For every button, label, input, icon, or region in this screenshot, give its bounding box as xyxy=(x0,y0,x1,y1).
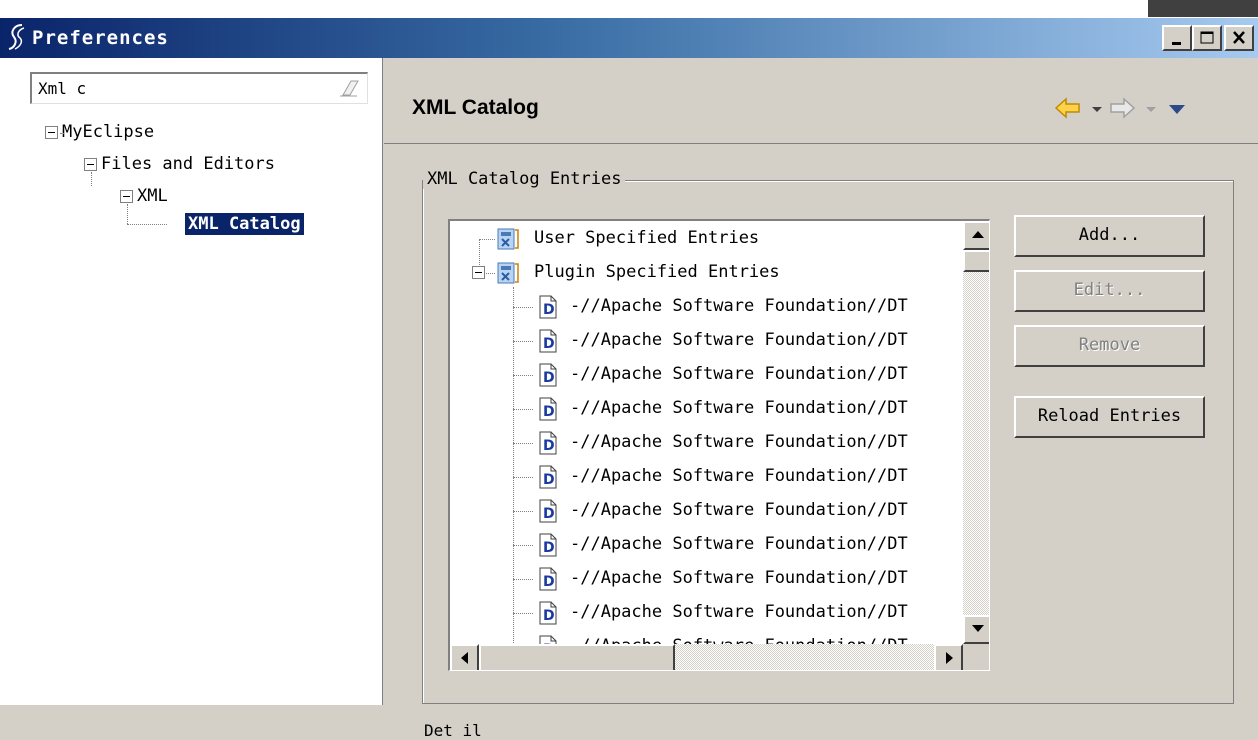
back-arrow-icon[interactable] xyxy=(1054,96,1082,120)
collapse-icon[interactable] xyxy=(84,157,97,171)
catalog-entry-label: -//Apache Software Foundation//DT xyxy=(570,466,908,486)
vertical-scrollbar[interactable] xyxy=(963,221,989,644)
title-bar[interactable]: Preferences xyxy=(0,18,1258,58)
add-button[interactable]: Add... xyxy=(1014,215,1205,257)
tree-connector xyxy=(127,204,128,224)
dtd-file-icon: D xyxy=(539,465,557,489)
view-menu-icon[interactable] xyxy=(1168,104,1186,116)
dtd-file-icon: D xyxy=(539,431,557,455)
tree-connector xyxy=(513,443,533,444)
tree-connector xyxy=(513,613,533,614)
close-icon xyxy=(1233,31,1245,44)
preference-tree-pane: MyEclipse Files and Editors XML XML Cata… xyxy=(0,58,383,705)
catalog-entry-label: -//Apache Software Foundation//DT xyxy=(570,398,908,418)
tree-connector xyxy=(127,224,167,225)
preferences-window: Preferences MyEclipse Files and Editors … xyxy=(0,17,1258,740)
scroll-right-button[interactable] xyxy=(934,644,963,670)
svg-text:D: D xyxy=(543,506,555,522)
forward-arrow-icon[interactable] xyxy=(1108,96,1136,120)
xml-catalog-icon xyxy=(497,228,519,250)
maximize-icon xyxy=(1200,31,1214,44)
collapse-icon[interactable] xyxy=(120,189,133,203)
tree-connector xyxy=(479,239,495,240)
catalog-entry-label: -//Apache Software Foundation//DT xyxy=(570,534,908,554)
tree-connector xyxy=(513,307,533,308)
tree-connector xyxy=(513,341,533,342)
scrollbar-corner xyxy=(963,644,989,670)
back-history-dropdown-icon[interactable] xyxy=(1091,106,1103,114)
svg-text:D: D xyxy=(543,404,555,420)
dtd-file-icon: D xyxy=(539,329,557,353)
catalog-entry-label: -//Apache Software Foundation//DT xyxy=(570,330,908,350)
edit-button[interactable]: Edit... xyxy=(1014,270,1205,312)
group-label: XML Catalog Entries xyxy=(423,169,626,189)
collapse-icon[interactable] xyxy=(45,125,58,139)
tree-connector xyxy=(513,511,533,512)
reload-entries-button[interactable]: Reload Entries xyxy=(1014,396,1205,438)
tree-item-xml[interactable]: XML xyxy=(120,186,168,206)
scroll-right-icon xyxy=(946,652,953,664)
tree-connector xyxy=(60,133,64,134)
tree-item-myeclipse[interactable]: MyEclipse xyxy=(45,122,154,142)
catalog-entry-label: -//Apache Software Foundation//DT xyxy=(570,432,908,452)
page-title: XML Catalog xyxy=(412,96,539,119)
catalog-entry-label: -//Apache Software Foundation//DT xyxy=(570,500,908,520)
minimize-icon xyxy=(1172,42,1181,45)
preference-page: XML Catalog XML Catalog Entries User Spe… xyxy=(384,58,1258,740)
window-title: Preferences xyxy=(32,27,169,49)
filter-input[interactable] xyxy=(36,78,326,99)
scroll-down-button[interactable] xyxy=(963,615,989,644)
scroll-left-icon xyxy=(461,652,468,664)
catalog-entry-label: -//Apache Software Foundation//DT xyxy=(570,602,908,622)
catalog-entry-label: -//Apache Software Foundation//DT xyxy=(570,364,908,384)
horizontal-scroll-thumb[interactable] xyxy=(479,644,675,670)
dtd-file-icon: D xyxy=(539,363,557,387)
tree-item-files-and-editors[interactable]: Files and Editors xyxy=(84,154,275,174)
svg-text:D: D xyxy=(543,302,555,318)
dtd-file-icon: D xyxy=(539,567,557,591)
tree-connector xyxy=(513,375,533,376)
eclipse-logo-icon xyxy=(8,24,25,50)
tree-connector xyxy=(513,545,533,546)
svg-text:D: D xyxy=(543,472,555,488)
svg-text:D: D xyxy=(543,336,555,352)
tree-item-xml-catalog[interactable]: XML Catalog xyxy=(185,213,304,235)
xml-catalog-entries-group: XML Catalog Entries User Specified Entri… xyxy=(422,169,1234,704)
svg-text:D: D xyxy=(543,608,555,624)
horizontal-scrollbar[interactable] xyxy=(450,644,963,670)
svg-text:D: D xyxy=(543,370,555,386)
page-header: XML Catalog xyxy=(384,58,1258,144)
dtd-file-icon: D xyxy=(539,499,557,523)
clear-filter-icon[interactable] xyxy=(337,78,361,98)
scroll-up-button[interactable] xyxy=(963,221,989,250)
forward-history-dropdown-icon[interactable] xyxy=(1145,106,1157,114)
scroll-up-icon xyxy=(972,231,984,238)
maximize-button[interactable] xyxy=(1192,25,1222,51)
minimize-button[interactable] xyxy=(1162,25,1192,51)
catalog-entry-label: -//Apache Software Foundation//DT xyxy=(570,296,908,316)
svg-text:D: D xyxy=(543,540,555,556)
catalog-entry-label: -//Apache Software Foundation//DT xyxy=(570,568,908,588)
tree-connector xyxy=(513,579,533,580)
svg-text:D: D xyxy=(543,574,555,590)
scroll-down-icon xyxy=(972,625,984,632)
dtd-file-icon: D xyxy=(539,533,557,557)
filter-field[interactable] xyxy=(30,72,368,104)
dtd-file-icon: D xyxy=(539,601,557,625)
svg-text:D: D xyxy=(543,438,555,454)
details-label: Det il xyxy=(424,721,482,740)
dtd-file-icon: D xyxy=(539,295,557,319)
remove-button[interactable]: Remove xyxy=(1014,325,1205,367)
collapse-icon[interactable] xyxy=(472,266,485,279)
tree-connector xyxy=(91,172,92,186)
catalog-entries-tree[interactable]: User Specified Entries Plugin Specified … xyxy=(448,219,990,671)
dtd-file-icon: D xyxy=(539,397,557,421)
xml-catalog-icon xyxy=(497,262,519,284)
vertical-scroll-thumb[interactable] xyxy=(963,250,989,272)
tree-connector xyxy=(513,409,533,410)
tree-connector xyxy=(513,477,533,478)
close-button[interactable] xyxy=(1224,25,1254,51)
scroll-left-button[interactable] xyxy=(450,644,479,670)
